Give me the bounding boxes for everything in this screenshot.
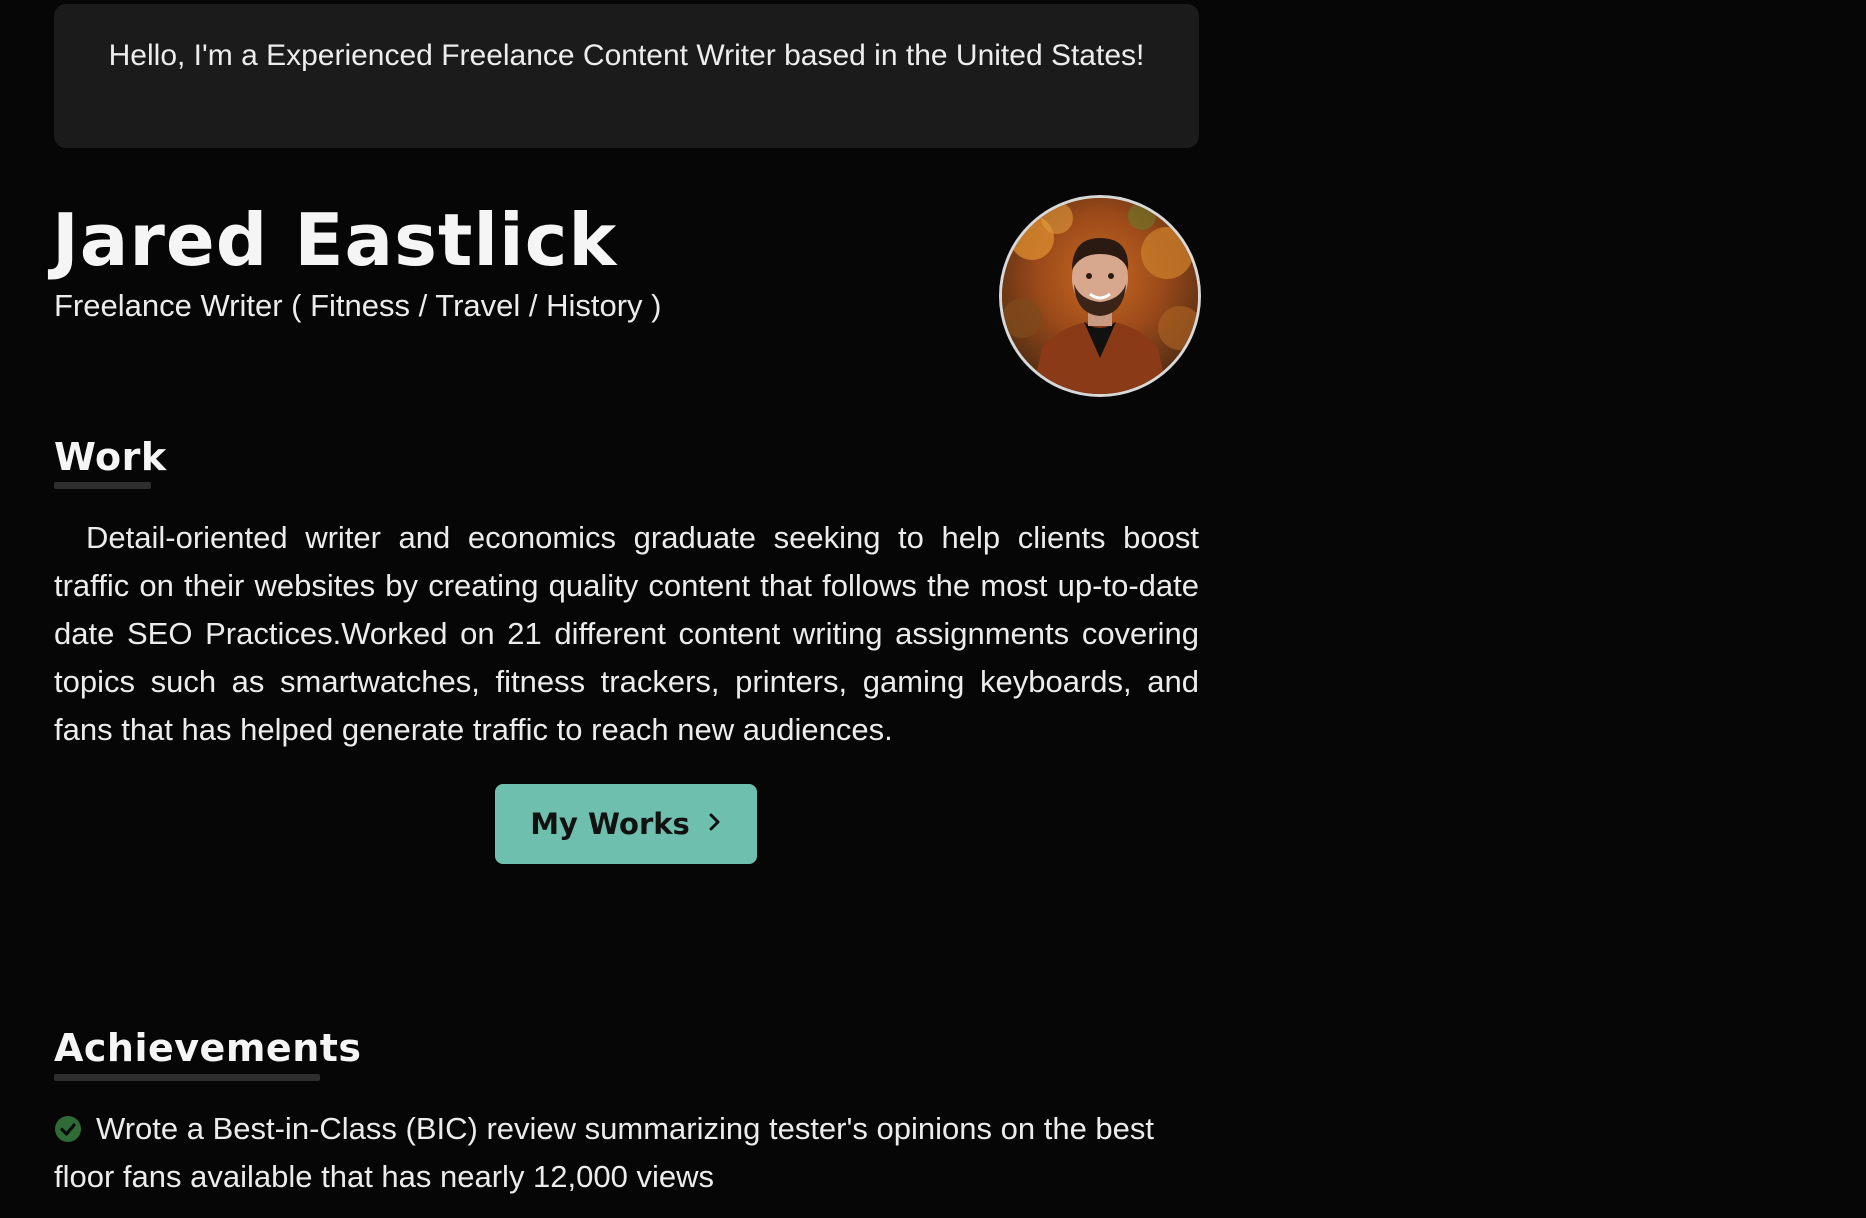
work-heading-underline <box>54 482 151 489</box>
achievement-item: Wrote a Best-in-Class (BIC) review summa… <box>54 1105 1199 1201</box>
page: Hello, I'm a Experienced Freelance Conte… <box>0 0 1866 1218</box>
work-heading: Work <box>54 435 167 479</box>
profile-tagline: Freelance Writer ( Fitness / Travel / Hi… <box>54 288 662 323</box>
work-description: Detail-oriented writer and economics gra… <box>54 520 1199 747</box>
check-circle-icon <box>55 1116 81 1142</box>
my-works-button-label: My Works <box>530 807 690 841</box>
intro-text: Hello, I'm a Experienced Freelance Conte… <box>108 39 1145 72</box>
intro-banner: Hello, I'm a Experienced Freelance Conte… <box>54 4 1199 148</box>
page-title: Jared Eastlick <box>52 198 618 282</box>
my-works-button[interactable]: My Works <box>495 784 757 864</box>
achievements-heading-underline <box>54 1074 320 1081</box>
chevron-right-icon <box>708 811 722 837</box>
profile-photo <box>1002 198 1198 394</box>
achievements-heading: Achievements <box>54 1026 362 1070</box>
achievement-text: Wrote a Best-in-Class (BIC) review summa… <box>54 1111 1155 1194</box>
avatar <box>999 195 1201 397</box>
